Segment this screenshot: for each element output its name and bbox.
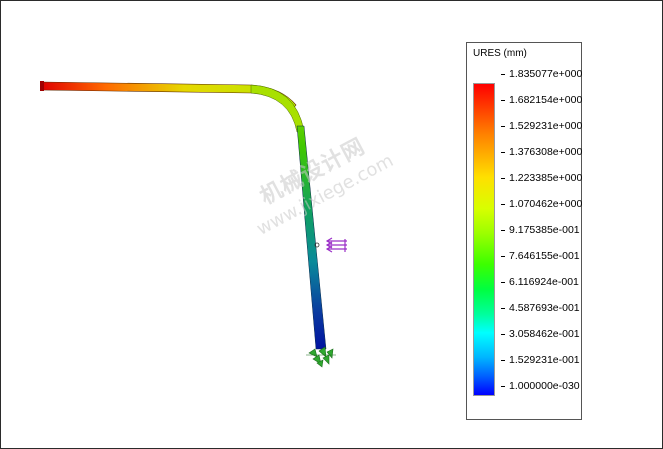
- legend-tick-mark: [501, 100, 505, 101]
- tube-end-cap: [40, 81, 44, 91]
- graphics-viewport[interactable]: 机械设计网 www.jixiege.com URES (mm) 1.835077…: [0, 0, 663, 449]
- legend-label: 7.646155e-001: [509, 250, 580, 262]
- legend-label: 1.223385e+000: [509, 172, 583, 184]
- legend-label: 9.175385e-001: [509, 224, 580, 236]
- legend-tick-mark: [501, 282, 505, 283]
- legend-tick-mark: [501, 386, 505, 387]
- legend-label: 4.587693e-001: [509, 302, 580, 314]
- fixed-support-icon[interactable]: [306, 346, 336, 368]
- legend-label: 1.529231e+000: [509, 120, 583, 132]
- legend-tick-mark: [501, 256, 505, 257]
- legend-tick-mark: [501, 178, 505, 179]
- legend-tick-mark: [501, 308, 505, 309]
- displacement-legend[interactable]: URES (mm) 1.835077e+000 1.682154e+000 1.52…: [466, 42, 582, 420]
- legend-tick-mark: [501, 334, 505, 335]
- legend-tick-mark: [501, 204, 505, 205]
- legend-tick-mark: [501, 74, 505, 75]
- tube-vertical-segment[interactable]: [296, 125, 327, 350]
- legend-tick-mark: [501, 126, 505, 127]
- load-arrow-icon[interactable]: [325, 237, 347, 253]
- legend-tick-mark: [501, 360, 505, 361]
- legend-label: 1.682154e+000: [509, 94, 583, 106]
- legend-label: 1.000000e-030: [509, 380, 580, 392]
- tube-bend[interactable]: [250, 84, 305, 133]
- legend-tick-mark: [501, 152, 505, 153]
- legend-tick-mark: [501, 230, 505, 231]
- legend-label: 1.529231e-001: [509, 354, 580, 366]
- legend-label: 1.376308e+000: [509, 146, 583, 158]
- legend-label: 1.835077e+000: [509, 68, 583, 80]
- legend-label: 1.070462e+000: [509, 198, 583, 210]
- legend-label: 3.058462e-001: [509, 328, 580, 340]
- legend-label: 6.116924e-001: [509, 276, 579, 288]
- legend-ticks: 1.835077e+000 1.682154e+000 1.529231e+000 1…: [467, 43, 583, 421]
